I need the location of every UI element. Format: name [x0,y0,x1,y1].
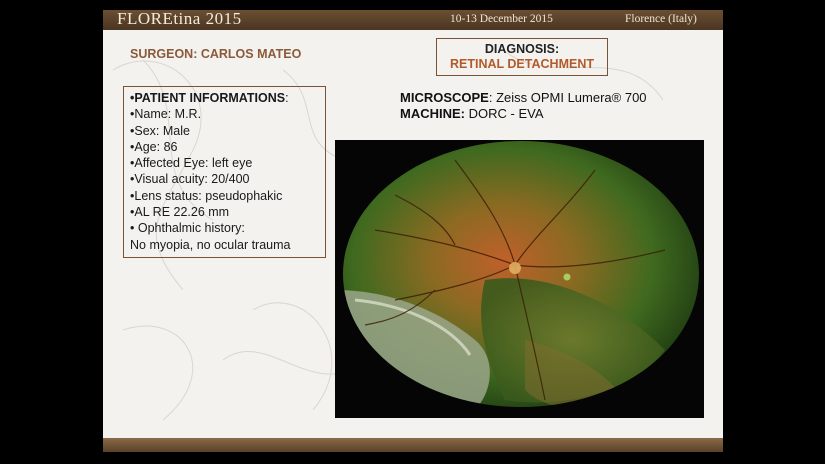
patient-info-line: •Affected Eye: left eye [130,156,253,171]
patient-info-box: •PATIENT INFORMATIONS: •Name: M.R. •Sex:… [123,86,326,258]
patient-info-line: •AL RE 22.26 mm [130,205,230,220]
slide-footer [103,438,723,452]
patient-info-line: •Age: 86 [130,139,178,154]
equipment-info: MICROSCOPE: Zeiss OPMI Lumera® 700 MACHI… [400,90,647,122]
diagnosis-label: DIAGNOSIS: [484,42,560,56]
slide: FLOREtina 2015 10-13 December 2015 Flore… [103,10,723,452]
patient-info-line: •Sex: Male [130,123,190,138]
patient-info-line: •Lens status: pseudophakic [130,188,283,203]
surgeon-name: SURGEON: CARLOS MATEO [130,47,302,61]
patient-info-line: No myopia, no ocular trauma [130,237,291,252]
conference-location: Florence (Italy) [625,13,697,25]
patient-info-line: •Visual acuity: 20/400 [130,172,250,187]
conference-title: FLOREtina 2015 [117,10,242,28]
machine-line: MACHINE: DORC - EVA [400,106,544,121]
patient-info-line: • Ophthalmic history: [130,221,245,236]
microscope-line: MICROSCOPE: Zeiss OPMI Lumera® 700 [400,90,647,105]
diagnosis-box: DIAGNOSIS: RETINAL DETACHMENT [436,38,608,76]
diagnosis-value: RETINAL DETACHMENT [450,57,594,71]
patient-info-line: •Name: M.R. [130,107,202,122]
fundus-image-frame [335,140,704,418]
fundus-photo [343,141,699,407]
slide-header: FLOREtina 2015 10-13 December 2015 Flore… [103,10,723,30]
patient-info-heading: •PATIENT INFORMATIONS: [130,91,289,105]
conference-dates: 10-13 December 2015 [450,13,553,25]
